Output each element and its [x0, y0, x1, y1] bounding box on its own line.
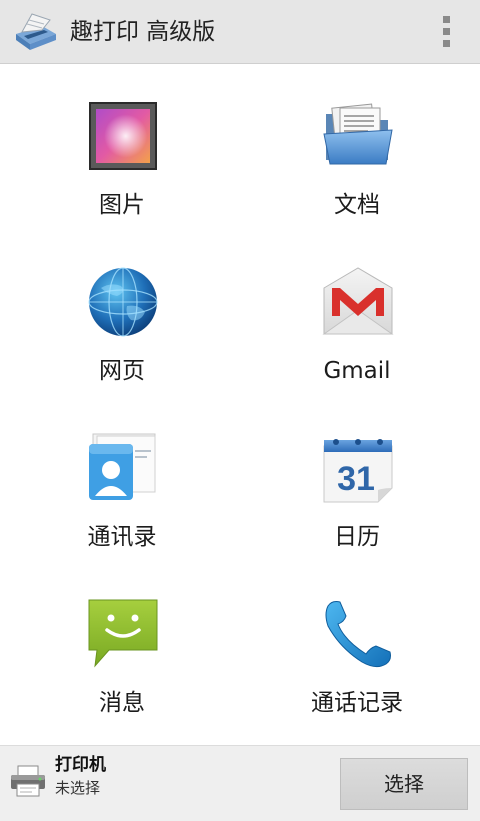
- select-printer-button[interactable]: 选择: [340, 758, 468, 810]
- app-root: 趣打印 高级版 图片 文档 网页 Gmail 通讯录 31 日历 消息 通话记录…: [0, 0, 480, 821]
- grid-item-call-log[interactable]: 通话记录: [237, 568, 477, 734]
- grid-item-label: 日历: [334, 524, 380, 550]
- grid-item-label: Gmail: [323, 358, 391, 384]
- printer-icon: [11, 765, 45, 797]
- grid-item-label: 消息: [99, 690, 145, 716]
- grid-item-documents[interactable]: 文档: [237, 70, 477, 236]
- grid-item-label: 通讯录: [87, 524, 157, 550]
- grid-item-contacts[interactable]: 通讯录: [2, 402, 242, 568]
- overflow-menu-icon[interactable]: [440, 16, 452, 48]
- grid-item-label: 网页: [99, 358, 145, 384]
- printer-bar: 打印机 未选择 选择: [0, 745, 480, 821]
- grid-item-pictures[interactable]: 图片: [2, 70, 242, 236]
- action-bar: 趣打印 高级版: [0, 0, 480, 64]
- globe-icon: [88, 267, 158, 337]
- grid-item-gmail[interactable]: Gmail: [237, 236, 477, 402]
- svg-text:31: 31: [337, 460, 375, 498]
- printer-logo-icon[interactable]: [12, 10, 58, 54]
- grid-item-messages[interactable]: 消息: [2, 568, 242, 734]
- grid-item-label: 通话记录: [311, 690, 403, 716]
- app-title: 趣打印 高级版: [70, 19, 216, 45]
- calendar-icon: 31: [323, 439, 393, 503]
- grid-item-calendar[interactable]: 31 日历: [237, 402, 477, 568]
- message-icon: [88, 599, 158, 668]
- grid-item-label: 文档: [334, 192, 380, 218]
- grid-item-web[interactable]: 网页: [2, 236, 242, 402]
- gallery-icon: [89, 102, 157, 170]
- grid-item-label: 图片: [99, 192, 145, 218]
- gmail-icon: [322, 267, 394, 335]
- contacts-icon: [89, 433, 156, 500]
- phone-icon: [325, 601, 391, 668]
- printer-status: 未选择: [55, 779, 101, 797]
- folder-documents-icon: [323, 103, 393, 165]
- printer-title: 打印机: [55, 755, 106, 775]
